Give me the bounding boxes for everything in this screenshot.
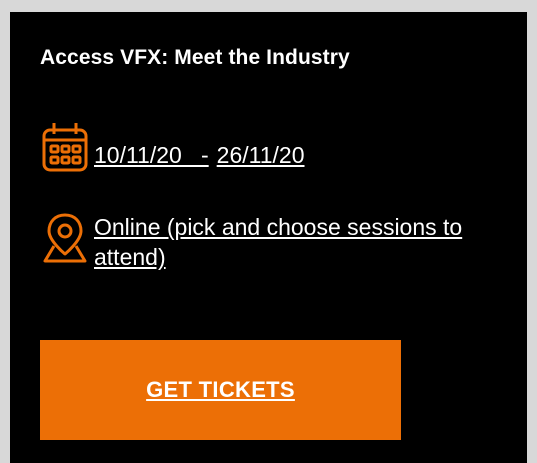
start-date-link[interactable]: 10/11/20 [94,140,201,170]
location-pin-icon [42,212,94,264]
get-tickets-label: GET TICKETS [146,377,295,402]
event-card: Access VFX: Meet the Industry 10/11/20 -… [10,12,527,463]
get-tickets-button[interactable]: GET TICKETS [40,340,401,440]
end-date-link[interactable]: 26/11/20 [217,140,305,170]
date-range: 10/11/20 -26/11/20 [94,122,305,170]
calendar-icon [42,122,94,172]
event-dates: 10/11/20 -26/11/20 [42,122,305,172]
location-link[interactable]: Online (pick and choose sessions to atte… [94,212,494,272]
event-location: Online (pick and choose sessions to atte… [42,212,494,272]
date-separator[interactable]: - [201,140,217,170]
event-title: Access VFX: Meet the Industry [40,46,350,69]
